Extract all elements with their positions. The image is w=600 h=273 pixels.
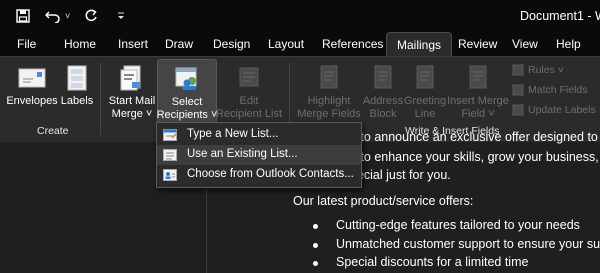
labels-button[interactable]: Labels xyxy=(60,61,94,121)
select-recipients-icon xyxy=(175,67,197,90)
greeting-line-icon xyxy=(416,65,434,89)
title-bar: ˅ Document1 - W xyxy=(0,0,600,32)
labels-label: Labels xyxy=(60,95,94,107)
edit-recipient-list-label-2: Recipient List xyxy=(215,108,283,120)
offers-heading: Our latest product/service offers: xyxy=(293,194,474,208)
create-group-label: Create xyxy=(37,125,69,137)
new-list-icon xyxy=(163,129,177,141)
document-title: Document1 - W xyxy=(520,9,600,23)
select-recipients-label-2: Recipients ˅ xyxy=(156,109,218,121)
highlight-merge-fields-icon xyxy=(320,65,338,89)
match-fields-label: Match Fields xyxy=(528,84,588,96)
address-block-label-1: Address xyxy=(362,95,404,107)
select-recipients-menu: Type a New List... Use an Existing List.… xyxy=(156,122,362,188)
highlight-merge-fields-label-1: Highlight xyxy=(307,95,351,107)
tab-draw[interactable]: Draw xyxy=(165,37,193,51)
address-block-icon xyxy=(374,65,392,89)
highlight-merge-fields-button[interactable]: Highlight Merge Fields xyxy=(296,61,362,123)
tab-home[interactable]: Home xyxy=(64,37,96,51)
tab-references[interactable]: References xyxy=(322,37,383,51)
update-labels-button[interactable]: Update Labels xyxy=(512,104,596,116)
greeting-line-label-1: Greeting xyxy=(403,95,447,107)
insert-merge-field-button[interactable]: Insert Merge Field ˅ xyxy=(447,61,509,123)
tab-review[interactable]: Review xyxy=(458,37,497,51)
labels-icon xyxy=(67,65,87,91)
save-icon[interactable] xyxy=(14,7,32,25)
menu-item-label: Use an Existing List... xyxy=(187,148,298,160)
tab-mailings[interactable]: Mailings xyxy=(386,32,453,56)
greeting-line-button[interactable]: Greeting Line xyxy=(403,61,447,123)
bullet-item-3: Special discounts for a limited time xyxy=(336,255,529,269)
envelopes-button[interactable]: Envelopes xyxy=(6,61,58,121)
start-mail-merge-label-2: Merge ˅ xyxy=(111,108,153,120)
redo-icon[interactable] xyxy=(82,7,100,25)
bullet-marker xyxy=(313,261,318,266)
greeting-line-label-2: Line xyxy=(414,108,436,120)
rules-icon xyxy=(512,64,524,76)
menu-item-use-existing-list[interactable]: Use an Existing List... xyxy=(157,145,361,165)
edit-recipient-list-label-1: Edit xyxy=(239,95,259,107)
address-block-button[interactable]: Address Block xyxy=(362,61,404,123)
bullet-item-2: Unmatched customer support to ensure you… xyxy=(336,237,600,251)
tab-file[interactable]: File xyxy=(17,37,36,51)
bullet-item-1: Cutting-edge features tailored to your n… xyxy=(336,218,580,232)
tab-design[interactable]: Design xyxy=(213,37,250,51)
menu-item-outlook-contacts[interactable]: Choose from Outlook Contacts... xyxy=(157,165,361,185)
menu-item-type-new-list[interactable]: Type a New List... xyxy=(157,125,361,145)
highlight-merge-fields-label-2: Merge Fields xyxy=(297,108,361,120)
start-mail-merge-button[interactable]: Start Mail Merge ˅ xyxy=(106,61,158,123)
ribbon-tabs: File Home Insert Draw Design Layout Refe… xyxy=(0,32,600,56)
update-labels-icon xyxy=(512,104,524,116)
insert-merge-field-label-2: Field ˅ xyxy=(461,108,495,120)
update-labels-label: Update Labels xyxy=(528,104,596,116)
insert-merge-field-icon xyxy=(469,65,487,89)
tab-help[interactable]: Help xyxy=(556,37,581,51)
address-block-label-2: Block xyxy=(369,108,397,120)
doc-line-3: pecial just for you. xyxy=(350,168,451,182)
rules-label: Rules ˅ xyxy=(528,64,564,76)
tab-layout[interactable]: Layout xyxy=(268,37,304,51)
rules-button[interactable]: Rules ˅ xyxy=(512,64,564,76)
start-mail-merge-label-1: Start Mail xyxy=(108,95,156,107)
existing-list-icon xyxy=(163,149,177,161)
menu-item-label: Choose from Outlook Contacts... xyxy=(187,168,354,180)
select-recipients-label-1: Select xyxy=(171,96,203,108)
edit-recipient-list-icon xyxy=(239,67,259,87)
match-fields-icon xyxy=(512,84,524,96)
insert-merge-field-label-1: Insert Merge xyxy=(447,95,509,107)
bullet-marker xyxy=(313,243,318,248)
undo-dropdown-icon[interactable]: ˅ xyxy=(65,11,70,21)
outlook-contacts-icon xyxy=(163,169,177,181)
customize-qat-icon[interactable] xyxy=(112,7,130,25)
tab-insert[interactable]: Insert xyxy=(118,37,148,51)
match-fields-button[interactable]: Match Fields xyxy=(512,84,588,96)
mail-merge-icon xyxy=(120,65,141,91)
quick-access-toolbar: ˅ xyxy=(14,6,130,26)
bullet-marker xyxy=(313,224,318,229)
tab-view[interactable]: View xyxy=(512,37,538,51)
undo-icon[interactable] xyxy=(44,7,62,25)
doc-line-1: d to announce an exclusive offer designe… xyxy=(350,130,598,144)
envelopes-label: Envelopes xyxy=(6,95,58,107)
select-recipients-button[interactable]: Select Recipients ˅ xyxy=(157,59,217,123)
ribbon-separator xyxy=(100,63,101,135)
envelope-icon xyxy=(18,68,46,88)
edit-recipient-list-button[interactable]: Edit Recipient List xyxy=(215,61,283,123)
doc-line-2: g to enhance your skills, grow your busi… xyxy=(350,150,600,164)
menu-item-label: Type a New List... xyxy=(187,128,279,140)
